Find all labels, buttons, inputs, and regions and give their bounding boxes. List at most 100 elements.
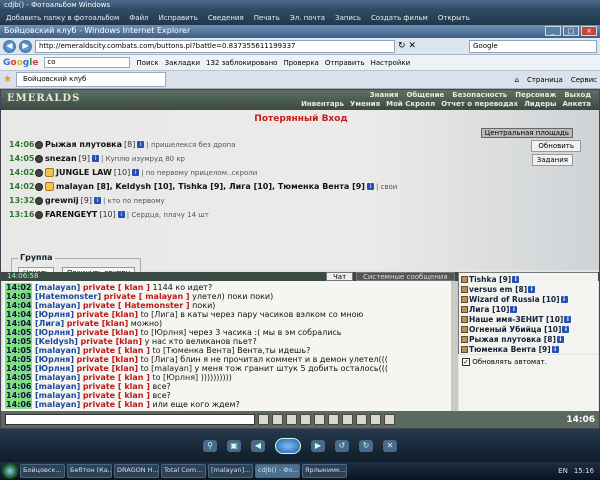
start-button[interactable] — [2, 463, 18, 479]
chat-private-tag[interactable]: private [klan] — [77, 364, 139, 373]
info-icon[interactable]: i — [556, 336, 564, 343]
tab-system-messages[interactable]: Системные сообщения — [356, 272, 455, 281]
list-item[interactable]: Рыжая плутовка [8] i — [461, 335, 564, 344]
chat-sender[interactable]: [Юрлня] — [35, 355, 74, 364]
chat-private-tag[interactable]: private [klan] — [81, 337, 143, 346]
info-icon[interactable]: i — [551, 346, 559, 353]
back-button[interactable]: ◀ — [3, 39, 16, 53]
info-icon[interactable]: i — [560, 296, 568, 303]
nav-scroll[interactable]: Мой Скролл — [386, 100, 435, 108]
nav-social[interactable]: Общение — [406, 91, 444, 99]
menu-open[interactable]: Открыть — [438, 14, 470, 22]
online-player-name[interactable]: Лига [10] — [469, 305, 509, 314]
bookmarks-button[interactable]: Закладки — [165, 59, 200, 67]
chat-sender[interactable]: [malayan] — [35, 373, 80, 382]
player-name[interactable]: malayan [8], Keldysh [10], Tishka [9], Л… — [56, 182, 365, 191]
refresh-button[interactable]: Обновить — [531, 140, 581, 152]
private-chat-icon[interactable] — [461, 276, 468, 283]
list-item[interactable]: Tishka [9] i — [461, 275, 520, 284]
menu-print[interactable]: Печать — [254, 14, 280, 22]
chat-private-tag[interactable]: private [klan] — [77, 310, 139, 319]
private-chat-icon[interactable] — [461, 306, 468, 313]
nav-transfers[interactable]: Отчет о переводах — [441, 100, 518, 108]
private-chat-icon[interactable] — [461, 346, 468, 353]
player-row[interactable]: 13:16 FARENGEYT [10] i | Сердца, плачу 14 шт — [9, 210, 209, 219]
chat-private-tag[interactable]: private [ Hatemonster ] — [83, 301, 190, 310]
chat-scrollbar[interactable] — [451, 281, 458, 411]
fit-icon[interactable]: ▣ — [227, 439, 241, 452]
settings-button[interactable]: Настройки — [371, 59, 411, 67]
private-chat-icon[interactable] — [461, 326, 468, 333]
page-menu[interactable]: Страница — [527, 76, 563, 84]
private-chat-icon[interactable] — [461, 336, 468, 343]
smile-icon[interactable] — [286, 414, 297, 425]
list-item[interactable]: Лига [10] i — [461, 305, 518, 314]
menu-add-folder[interactable]: Добавить папку в фотоальбом — [6, 14, 119, 22]
chat-sender[interactable]: [Юрлня] — [35, 310, 74, 319]
info-icon[interactable]: i — [132, 169, 140, 176]
google-search-button[interactable]: Поиск — [136, 59, 158, 67]
taskbar-item[interactable]: Ярлыкимк... — [302, 464, 347, 478]
list-item[interactable]: versus em [8] i — [461, 285, 536, 294]
next-icon[interactable]: ▶ — [311, 439, 325, 452]
stop-icon[interactable]: ✕ — [409, 41, 417, 51]
player-name[interactable]: FARENGEYT — [45, 210, 97, 219]
chat-private-tag[interactable]: private [klan] — [77, 355, 139, 364]
chat-recipient[interactable]: to [Лига] — [141, 310, 178, 319]
list-item[interactable]: Тюменка Вента [9] i — [461, 345, 559, 354]
taskbar-item[interactable]: Бебтон (Ка... — [67, 464, 112, 478]
settings-icon[interactable] — [384, 414, 395, 425]
chat-sender[interactable]: [Юрлня] — [35, 328, 74, 337]
info-icon[interactable]: i — [528, 286, 536, 293]
player-row[interactable]: 14:02 malayan [8], Keldysh [10], Tishka [… — [9, 182, 397, 191]
info-icon[interactable]: i — [117, 211, 125, 218]
chat-sender[interactable]: [Юрлня] — [35, 364, 74, 373]
chat-sender[interactable]: [Keldysh] — [35, 337, 78, 346]
player-name[interactable]: snezan — [45, 154, 77, 163]
chat-private-tag[interactable]: private [ klan ] — [83, 391, 150, 400]
chat-private-tag[interactable]: private [ malayan ] — [104, 292, 190, 301]
spellcheck-button[interactable]: Проверка — [283, 59, 318, 67]
nav-character[interactable]: Персонаж — [515, 91, 556, 99]
previous-icon[interactable]: ◀ — [251, 439, 265, 452]
chat-recipient[interactable]: to [Тюменка Вента] — [152, 346, 234, 355]
chat-recipient[interactable]: to [Юрлня] — [152, 373, 198, 382]
rotate-right-icon[interactable]: ↻ — [359, 439, 373, 452]
chat-private-tag[interactable]: private [ klan ] — [83, 283, 150, 292]
language-indicator[interactable]: EN — [558, 467, 568, 475]
chat-message-input[interactable] — [5, 414, 255, 425]
online-player-name[interactable]: Рыжая плутовка [8] — [469, 335, 556, 344]
zoom-icon[interactable]: ⚲ — [203, 439, 217, 452]
online-player-name[interactable]: Тюменка Вента [9] — [469, 345, 551, 354]
tab-fight-club[interactable]: Бойцовский клуб — [15, 72, 166, 87]
chat-sender[interactable]: [Лига] — [35, 319, 64, 328]
auto-update-checkbox[interactable]: ✓ — [462, 358, 470, 366]
info-icon[interactable]: i — [510, 306, 518, 313]
translit-icon[interactable] — [342, 414, 353, 425]
menu-fix[interactable]: Исправить — [159, 14, 198, 22]
taskbar-item[interactable]: Бойцовск... — [20, 464, 65, 478]
list-item[interactable]: Наше имя-ЗЕНИТ [10] i — [461, 315, 572, 324]
location-name[interactable]: Центральная площадь — [480, 128, 573, 138]
taskbar-item[interactable]: [malayan]... — [208, 464, 253, 478]
send-button[interactable]: Отправить — [325, 59, 365, 67]
forward-button[interactable]: ▶ — [19, 39, 32, 53]
nav-profile[interactable]: Анкета — [562, 100, 591, 108]
tasks-button[interactable]: Задания — [531, 154, 573, 166]
player-name[interactable]: Рыжая плутовка — [45, 140, 122, 149]
list-item[interactable]: Огненый Убийца [10] i — [461, 325, 570, 334]
clear-icon[interactable] — [272, 414, 283, 425]
popup-blocked[interactable]: 132 заблокировано — [206, 59, 277, 67]
chat-private-tag[interactable]: private [klan] — [77, 328, 139, 337]
info-icon[interactable]: i — [562, 326, 570, 333]
tray-clock[interactable]: 15:16 — [574, 467, 594, 475]
menu-email[interactable]: Эл. почта — [290, 14, 325, 22]
nav-leaders[interactable]: Лидеры — [524, 100, 556, 108]
chat-sender[interactable]: [Hatemonster] — [35, 292, 101, 301]
chat-sender[interactable]: [malayan] — [35, 382, 80, 391]
chat-mode-icon[interactable] — [328, 414, 339, 425]
chat-sender[interactable]: [malayan] — [35, 283, 80, 292]
chat-sender[interactable]: [malayan] — [35, 400, 80, 409]
maximize-button[interactable]: □ — [563, 26, 579, 36]
online-player-name[interactable]: versus em [8] — [469, 285, 527, 294]
